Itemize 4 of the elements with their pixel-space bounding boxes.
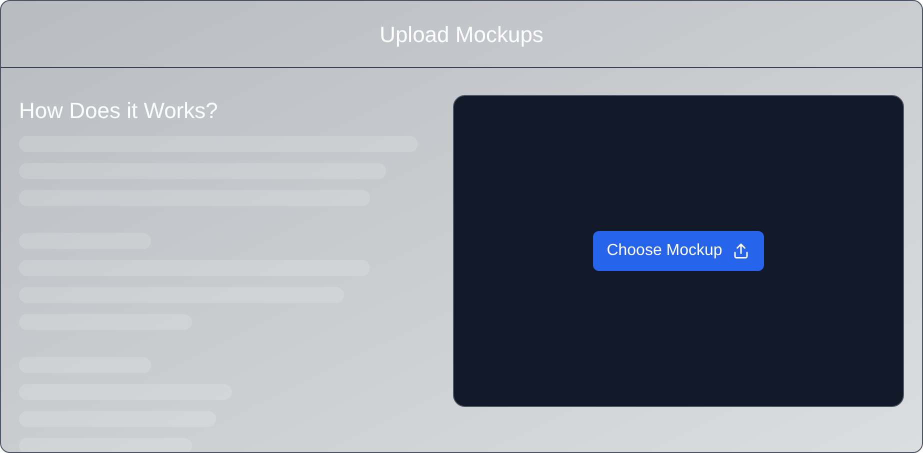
window-title: Upload Mockups (380, 20, 544, 49)
choose-mockup-button[interactable]: Choose Mockup (592, 231, 764, 271)
upload-icon (732, 242, 750, 260)
section-heading: How Does it Works? (19, 97, 219, 125)
